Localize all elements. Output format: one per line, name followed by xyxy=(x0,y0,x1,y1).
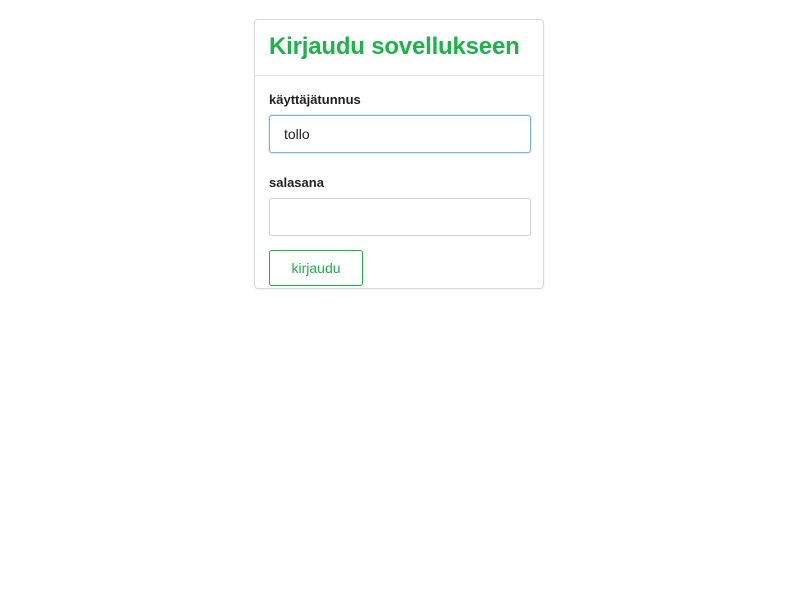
login-card: Kirjaudu sovellukseen käyttäjätunnus sal… xyxy=(254,19,544,289)
username-input[interactable] xyxy=(269,115,531,153)
login-form: käyttäjätunnus salasana kirjaudu xyxy=(255,76,543,286)
password-label: salasana xyxy=(269,175,324,190)
password-field-group: salasana xyxy=(269,175,531,236)
login-title: Kirjaudu sovellukseen xyxy=(269,33,520,60)
password-input[interactable] xyxy=(269,198,531,236)
login-button[interactable]: kirjaudu xyxy=(269,250,363,286)
login-card-header: Kirjaudu sovellukseen xyxy=(255,20,543,76)
username-label: käyttäjätunnus xyxy=(269,92,361,107)
username-field-group: käyttäjätunnus xyxy=(269,92,531,153)
